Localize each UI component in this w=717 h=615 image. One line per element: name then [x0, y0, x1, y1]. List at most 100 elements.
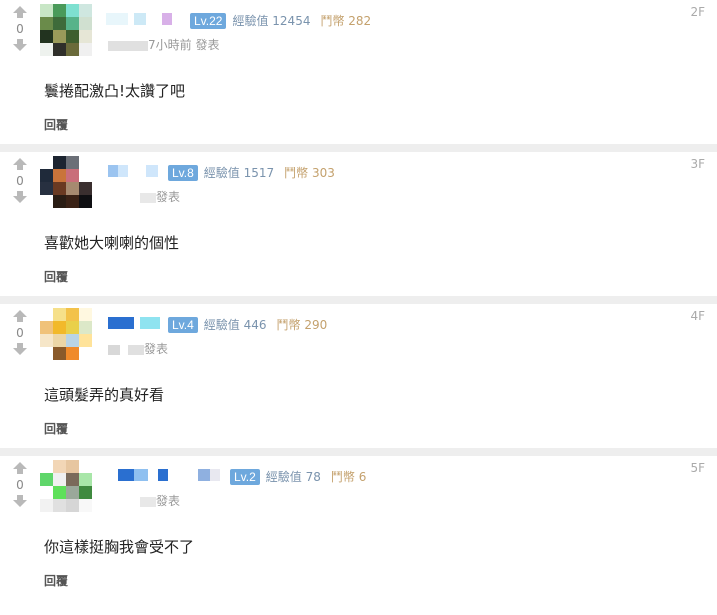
username[interactable] [106, 13, 172, 25]
avatar-pixel [79, 486, 92, 499]
vote-count: 0 [16, 326, 24, 340]
username-blur-block [210, 469, 220, 481]
floor-number: 4F [690, 309, 705, 323]
avatar-pixel [79, 17, 92, 30]
avatar-pixel [66, 30, 79, 43]
experience-points: 經驗值 1517 [203, 166, 275, 180]
avatar-pixel [66, 486, 79, 499]
username-blur-block [146, 165, 158, 177]
avatar-pixel [53, 321, 66, 334]
user-meta: Lv.22 經驗值 12454 鬥幣 282 [190, 12, 371, 29]
avatar-pixel [79, 321, 92, 334]
avatar-pixel [40, 473, 53, 486]
upvote-arrow-icon[interactable] [12, 309, 28, 323]
avatar-pixel [53, 473, 66, 486]
level-badge: Lv.2 [230, 468, 260, 485]
avatar-pixel [53, 169, 66, 182]
avatar-pixel [66, 4, 79, 17]
username[interactable] [108, 165, 158, 177]
avatar-pixel [53, 308, 66, 321]
username-blur-block [118, 469, 134, 481]
upvote-arrow-icon[interactable] [12, 157, 28, 171]
experience-points: 經驗值 446 [203, 318, 267, 332]
downvote-arrow-icon[interactable] [12, 494, 28, 508]
reply-button[interactable]: 回覆 [44, 572, 68, 589]
username[interactable] [108, 317, 160, 329]
avatar-pixel [40, 156, 53, 169]
username-blur-block [108, 317, 134, 329]
avatar-pixel [79, 499, 92, 512]
avatar-pixel [40, 17, 53, 30]
reply-button[interactable]: 回覆 [44, 420, 68, 437]
experience-points: 經驗值 12454 [232, 14, 311, 28]
avatar-pixel [66, 17, 79, 30]
username-blur-block [162, 13, 172, 25]
avatar-pixel [53, 486, 66, 499]
avatar[interactable] [40, 4, 92, 56]
coin-count: 鬥幣 282 [320, 14, 372, 28]
avatar-pixel [66, 308, 79, 321]
username-blur-block [198, 469, 210, 481]
avatar-pixel [66, 347, 79, 360]
username-blur-block [128, 165, 146, 177]
avatar-pixel [66, 473, 79, 486]
post-time: 發表 [140, 188, 180, 205]
username-blur-block [106, 13, 128, 25]
time-blur-block [128, 344, 144, 355]
avatar-pixel [40, 43, 53, 56]
avatar[interactable] [40, 308, 92, 360]
username-blur-block [118, 165, 128, 177]
comment: 0 Lv.4 經驗值 446 鬥幣 290 發表 4F 這頭髮弄的真好看 回覆 [0, 304, 717, 456]
username-blur-block [108, 165, 118, 177]
vote-box: 0 [10, 461, 30, 508]
user-meta: Lv.8 經驗值 1517 鬥幣 303 [168, 164, 335, 181]
username-blur-block [134, 13, 146, 25]
avatar-pixel [79, 30, 92, 43]
floor-number: 5F [690, 461, 705, 475]
username-blur-block [168, 469, 198, 481]
avatar-pixel [40, 347, 53, 360]
comment: 0 Lv.8 經驗值 1517 鬥幣 303 發表 3F 喜歡她大喇喇的個性 回… [0, 152, 717, 304]
avatar-pixel [53, 499, 66, 512]
avatar-pixel [53, 156, 66, 169]
post-time-label: 7小時前 發表 [148, 38, 220, 52]
post-time-label: 發表 [156, 190, 181, 204]
avatar-pixel [40, 460, 53, 473]
avatar-pixel [40, 195, 53, 208]
username-blur-block [146, 13, 162, 25]
upvote-arrow-icon[interactable] [12, 461, 28, 475]
upvote-arrow-icon[interactable] [12, 5, 28, 19]
comment-text: 喜歡她大喇喇的個性 [44, 234, 180, 252]
avatar-pixel [53, 17, 66, 30]
avatar-pixel [79, 195, 92, 208]
coin-count: 鬥幣 6 [330, 470, 367, 484]
avatar[interactable] [40, 460, 92, 512]
post-time-label: 發表 [144, 342, 169, 356]
vote-count: 0 [16, 174, 24, 188]
avatar-pixel [53, 195, 66, 208]
reply-button[interactable]: 回覆 [44, 268, 68, 285]
username-blur-block [140, 317, 160, 329]
avatar-pixel [53, 182, 66, 195]
downvote-arrow-icon[interactable] [12, 190, 28, 204]
downvote-arrow-icon[interactable] [12, 342, 28, 356]
comment: 0 Lv.2 經驗值 78 鬥幣 6 發表 5F 你這樣挺胸我會受不了 回覆 [0, 456, 717, 600]
vote-box: 0 [10, 157, 30, 204]
username[interactable] [118, 469, 220, 481]
avatar-pixel [40, 4, 53, 17]
avatar-pixel [40, 169, 53, 182]
vote-box: 0 [10, 309, 30, 356]
post-time-label: 發表 [156, 494, 181, 508]
time-blur-block [108, 344, 120, 355]
downvote-arrow-icon[interactable] [12, 38, 28, 52]
user-meta: Lv.2 經驗值 78 鬥幣 6 [230, 468, 366, 485]
avatar[interactable] [40, 156, 92, 208]
avatar-pixel [79, 182, 92, 195]
level-badge: Lv.8 [168, 164, 198, 181]
avatar-pixel [66, 334, 79, 347]
comment: 0 Lv.22 經驗值 12454 鬥幣 282 7小時前 發表 2F 鬟捲配激… [0, 0, 717, 152]
avatar-pixel [79, 460, 92, 473]
avatar-pixel [53, 460, 66, 473]
username-blur-block [158, 469, 168, 481]
reply-button[interactable]: 回覆 [44, 116, 68, 133]
